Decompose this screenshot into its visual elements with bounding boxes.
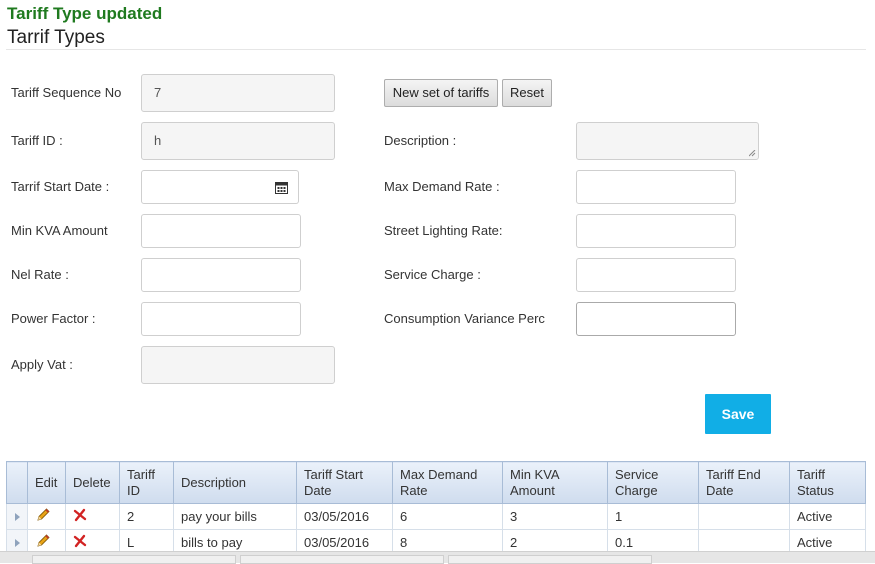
start-date-label: Tarrif Start Date : [11, 179, 110, 194]
header-row-selector [6, 461, 28, 504]
table-header-row: Edit Delete Tariff ID Description Tariff… [6, 461, 866, 504]
apply-vat-input[interactable] [141, 346, 335, 384]
header-tariff-id[interactable]: Tariff ID [119, 461, 174, 504]
cell-end-date [698, 503, 790, 530]
cell-service-charge: 1 [607, 503, 699, 530]
table-row[interactable]: 2 pay your bills 03/05/2016 6 3 1 Active [6, 503, 866, 530]
min-kva-input[interactable] [141, 214, 301, 248]
street-lighting-label: Street Lighting Rate: [384, 223, 503, 238]
description-textarea[interactable] [576, 122, 759, 160]
power-factor-label: Power Factor : [11, 311, 96, 326]
horizontal-scrollbar[interactable] [0, 551, 875, 564]
header-delete[interactable]: Delete [65, 461, 120, 504]
header-edit[interactable]: Edit [27, 461, 66, 504]
max-demand-label: Max Demand Rate : [384, 179, 500, 194]
cell-min-kva: 3 [502, 503, 608, 530]
triangle-right-icon [14, 513, 20, 521]
header-start-date[interactable]: Tariff Start Date [296, 461, 393, 504]
consumption-variance-input[interactable] [576, 302, 736, 336]
red-x-icon[interactable] [73, 508, 87, 522]
max-demand-input[interactable] [576, 170, 736, 204]
header-service-charge[interactable]: Service Charge [607, 461, 699, 504]
row-selector[interactable] [6, 503, 28, 530]
tariff-table: Edit Delete Tariff ID Description Tariff… [6, 461, 866, 556]
success-message: Tariff Type updated [7, 4, 163, 23]
tariff-id-label: Tariff ID : [11, 133, 63, 148]
delete-cell[interactable] [65, 503, 120, 530]
service-charge-label: Service Charge : [384, 267, 481, 282]
nel-rate-label: Nel Rate : [11, 267, 69, 282]
seq-label: Tariff Sequence No [11, 85, 122, 100]
triangle-right-icon [14, 539, 20, 547]
new-set-button[interactable]: New set of tariffs [384, 79, 498, 107]
header-description[interactable]: Description [173, 461, 297, 504]
calendar-button[interactable] [265, 170, 299, 204]
header-min-kva[interactable]: Min KVA Amount [502, 461, 608, 504]
title-divider [6, 49, 866, 50]
start-date-input[interactable] [141, 170, 266, 204]
cell-status: Active [789, 503, 866, 530]
nel-rate-input[interactable] [141, 258, 301, 292]
min-kva-label: Min KVA Amount [11, 223, 108, 238]
edit-cell[interactable] [27, 503, 66, 530]
red-x-icon[interactable] [73, 534, 87, 548]
page-title: Tarrif Types [7, 27, 105, 48]
resize-handle-icon [749, 150, 756, 157]
cell-max-demand: 6 [392, 503, 503, 530]
seq-input[interactable]: 7 [141, 74, 335, 112]
pencil-icon[interactable] [35, 507, 51, 523]
cell-description: pay your bills [173, 503, 297, 530]
cell-start-date: 03/05/2016 [296, 503, 393, 530]
cell-tariff-id: 2 [119, 503, 174, 530]
description-label: Description : [384, 133, 457, 148]
power-factor-input[interactable] [141, 302, 301, 336]
header-end-date[interactable]: Tariff End Date [698, 461, 790, 504]
reset-button[interactable]: Reset [502, 79, 552, 107]
street-lighting-input[interactable] [576, 214, 736, 248]
tariff-id-input[interactable]: h [141, 122, 335, 160]
header-max-demand[interactable]: Max Demand Rate [392, 461, 503, 504]
pencil-icon[interactable] [35, 533, 51, 549]
header-status[interactable]: Tariff Status [789, 461, 866, 504]
apply-vat-label: Apply Vat : [11, 357, 73, 372]
service-charge-input[interactable] [576, 258, 736, 292]
consumption-variance-label: Consumption Variance Perc [384, 311, 545, 326]
calendar-icon [275, 181, 288, 194]
save-button[interactable]: Save [705, 394, 771, 434]
